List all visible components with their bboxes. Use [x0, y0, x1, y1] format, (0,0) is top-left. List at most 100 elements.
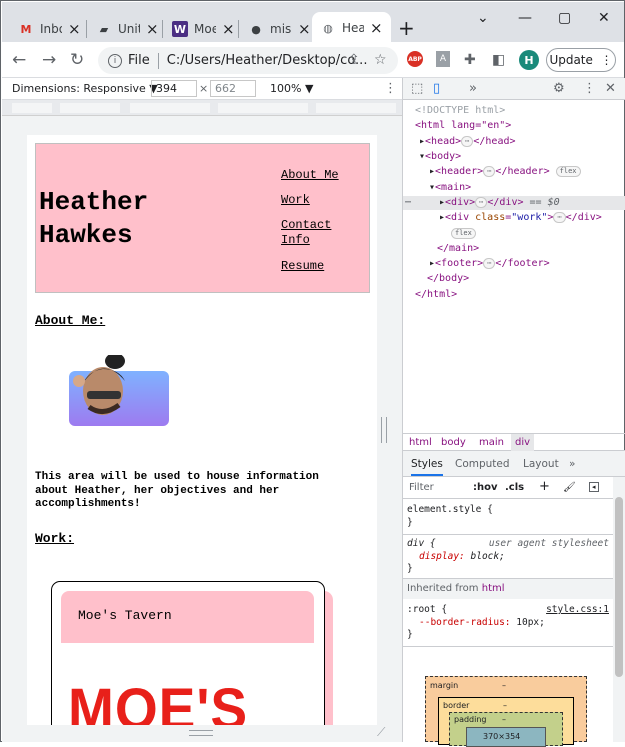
minimize-button[interactable]: — — [518, 10, 532, 26]
back-arrow-icon[interactable]: ← — [12, 50, 26, 70]
more-options-icon[interactable]: ⋮ — [384, 81, 397, 96]
tab-styles[interactable]: Styles — [411, 458, 443, 476]
work-card-title: Moe's Tavern — [78, 608, 172, 623]
address-text[interactable]: C:/Users/Heather/Desktop/co... — [167, 53, 368, 68]
add-rule-icon[interactable]: + — [539, 479, 550, 494]
nav-work[interactable]: Work — [281, 193, 351, 208]
resize-handle-right[interactable] — [381, 417, 387, 443]
tab-github[interactable]: ● mis × — [240, 14, 319, 44]
div-node-selected[interactable]: ⋯ ▸<div> ⋯ </div> == $0 — [403, 196, 625, 210]
pdf-extension-icon[interactable]: A — [436, 51, 450, 67]
root-rule[interactable]: :root {style.css:1 --border-radius: 10px… — [407, 604, 609, 642]
nav-about-me[interactable]: About Me — [281, 168, 351, 183]
share-icon[interactable]: ⇪ — [348, 52, 360, 68]
media-query-bar[interactable] — [2, 100, 402, 116]
tab-title: Moe — [194, 22, 216, 36]
adblock-icon[interactable]: ABP — [407, 51, 423, 67]
work-card[interactable]: Moe's Tavern MOE'S — [51, 581, 325, 725]
main-close-node: </main> — [437, 243, 480, 254]
update-button[interactable]: Update ⋮ — [546, 48, 616, 72]
dimensions-dropdown[interactable]: Dimensions: Responsive ▼ — [12, 82, 158, 95]
close-icon[interactable]: × — [68, 20, 81, 38]
tab-gmail[interactable]: M Inbo × — [10, 14, 89, 44]
device-toggle-icon[interactable]: ▯ — [433, 81, 440, 96]
footer-node[interactable]: ▸<footer> ⋯ </footer> — [429, 257, 550, 271]
html-close-node: </html> — [415, 289, 458, 300]
book-icon: ▰ — [99, 22, 109, 36]
tab-heather-active[interactable]: ◍ Hea × — [312, 12, 391, 44]
more-tabs-chevron[interactable]: » — [569, 458, 575, 470]
inspect-element-icon[interactable]: ⬚ — [411, 81, 423, 96]
crumb-div[interactable]: div — [511, 434, 535, 451]
body-close-node: </body> — [427, 273, 470, 284]
about-heading: About Me: — [35, 313, 106, 328]
new-tab-button[interactable]: + — [398, 16, 415, 40]
html-node[interactable]: <html lang="en"> — [415, 119, 511, 133]
zoom-dropdown[interactable]: 100% ▼ — [270, 82, 313, 95]
info-icon[interactable]: i — [108, 53, 122, 68]
width-input[interactable]: 394 — [151, 80, 197, 97]
about-text: This area will be used to house informat… — [35, 471, 319, 510]
div-work-node[interactable]: ▸<div class="work"> ⋯ </div> — [439, 211, 602, 225]
profile-avatar[interactable]: H — [519, 50, 539, 70]
devtools-menu-icon[interactable]: ⋮ — [583, 81, 596, 96]
resize-corner-icon[interactable]: ⟋ — [377, 725, 385, 740]
tab-title: Hea — [342, 21, 364, 35]
moes-logo: MOE'S — [68, 677, 249, 725]
head-node[interactable]: ▸<head> ⋯ </head> — [419, 135, 516, 149]
w-logo-icon: W — [172, 21, 188, 37]
forward-arrow-icon[interactable]: → — [42, 50, 56, 70]
site-title: Heather Hawkes — [39, 187, 149, 250]
height-input[interactable]: 662 — [210, 80, 256, 97]
close-icon[interactable]: × — [298, 20, 311, 38]
nav-resume[interactable]: Resume — [281, 259, 351, 274]
work-heading: Work: — [35, 531, 75, 546]
box-model-diagram: margin – border – padding – 370×354 — [425, 676, 587, 747]
close-devtools-icon[interactable]: ✕ — [605, 81, 616, 96]
crumb-main[interactable]: main — [479, 437, 504, 448]
github-icon: ● — [251, 22, 261, 36]
bookmark-star-icon[interactable]: ☆ — [374, 52, 387, 68]
tab-computed[interactable]: Computed — [455, 458, 510, 470]
sidebar-toggle-icon[interactable]: ◂ — [589, 482, 599, 492]
more-tabs-icon[interactable]: » — [469, 81, 477, 96]
main-node[interactable]: ▾<main> — [429, 181, 471, 195]
styles-scrollbar[interactable] — [613, 477, 625, 742]
doctype-node: <!DOCTYPE html> — [415, 105, 506, 116]
close-icon[interactable]: × — [222, 20, 235, 38]
crumb-body[interactable]: body — [441, 437, 466, 448]
hov-toggle[interactable]: :hov — [473, 482, 498, 493]
tab-search-icon[interactable]: ⌄ — [477, 10, 489, 26]
tab-layout[interactable]: Layout — [523, 458, 559, 470]
styles-filter-bar: Filter :hov .cls + 🖌 ◂ — [403, 477, 613, 499]
body-node[interactable]: ▾<body> — [419, 150, 461, 164]
element-style-rule[interactable]: element.style { } — [407, 504, 493, 529]
crumb-html[interactable]: html — [409, 437, 432, 448]
nav-contact-info[interactable]: Contact Info — [281, 218, 351, 248]
file-label: File — [128, 53, 150, 68]
paint-icon[interactable]: 🖌 — [563, 482, 576, 493]
close-window-button[interactable]: ✕ — [598, 10, 610, 26]
devtools-toolbar: ⬚ ▯ » ⚙ ⋮ ✕ — [403, 78, 625, 100]
tab-moe[interactable]: W Moe × — [164, 14, 243, 44]
stylesheet-link[interactable]: style.css:1 — [546, 604, 609, 617]
flex-badge[interactable]: flex — [451, 227, 476, 241]
styles-tabbar: Styles Computed Layout » — [403, 451, 625, 477]
maximize-button[interactable]: ▢ — [558, 10, 571, 26]
update-label: Update — [549, 53, 593, 67]
tab-unit[interactable]: ▰ Unit × — [88, 14, 167, 44]
div-ua-rule[interactable]: div {user agent stylesheet display: bloc… — [407, 538, 609, 576]
side-panel-icon[interactable]: ◧ — [492, 52, 505, 68]
reload-icon[interactable]: ↻ — [70, 50, 84, 70]
globe-icon: ◍ — [323, 21, 333, 35]
close-icon[interactable]: × — [146, 20, 159, 38]
resize-handle-bottom[interactable] — [189, 730, 213, 736]
tab-title: mis — [270, 22, 292, 36]
filter-input[interactable]: Filter — [409, 482, 434, 493]
cls-toggle[interactable]: .cls — [505, 482, 524, 493]
inherited-header: Inherited from html — [403, 579, 613, 599]
extensions-puzzle-icon[interactable]: ✚ — [464, 52, 476, 68]
close-icon[interactable]: × — [370, 19, 383, 37]
settings-gear-icon[interactable]: ⚙ — [553, 81, 565, 96]
header-node[interactable]: ▸<header> ⋯ </header> flex — [429, 165, 581, 179]
